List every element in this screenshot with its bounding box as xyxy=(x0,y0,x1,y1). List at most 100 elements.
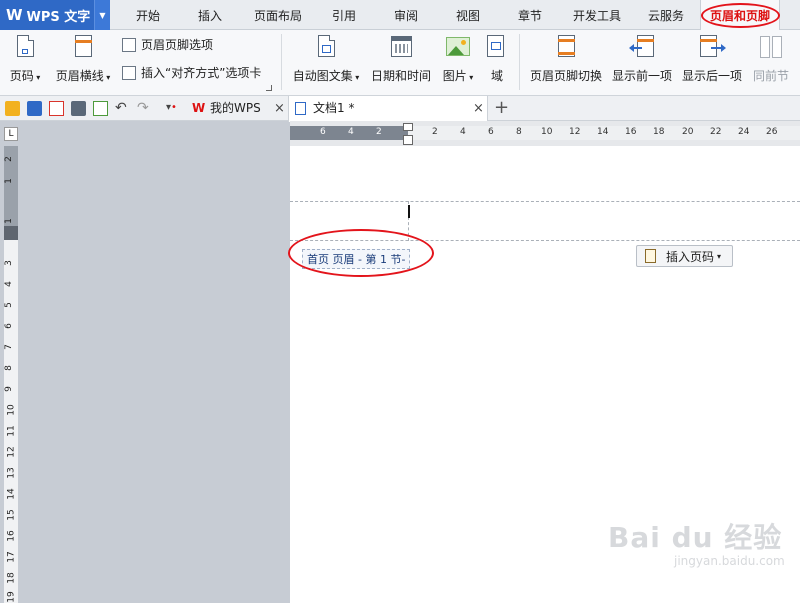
auto-text-button[interactable]: 自动图文集 ▾ xyxy=(290,34,362,84)
ruler-label: 10 xyxy=(541,127,553,137)
ruler-label: 4 xyxy=(348,127,354,137)
header-line-button[interactable]: 页眉横线 ▾ xyxy=(52,34,114,84)
page-number-button[interactable]: 页码 ▾ xyxy=(6,34,44,84)
ruler-label: 12 xyxy=(6,446,17,458)
hf-options-button[interactable]: 页眉页脚选项 xyxy=(122,36,213,53)
ruler-label: 4 xyxy=(460,127,466,137)
picture-label: 图片 xyxy=(442,69,467,83)
ruler-label: 9 xyxy=(3,386,14,392)
new-tab-plus-icon[interactable]: + xyxy=(494,97,509,119)
date-time-button[interactable]: 日期和时间 xyxy=(370,34,432,84)
tab-document-1-label: 文档1 * xyxy=(313,101,355,115)
ruler-label: 1 xyxy=(3,218,14,224)
close-icon[interactable]: × xyxy=(473,96,484,121)
ruler-label: 11 xyxy=(6,425,17,437)
header-line-icon xyxy=(70,34,96,62)
ruler-label: 2 xyxy=(376,127,382,137)
ruler-marker[interactable] xyxy=(4,226,18,240)
customize-toolbar-icon[interactable]: ▾• xyxy=(166,101,181,116)
export-pdf-icon[interactable] xyxy=(49,101,64,116)
ruler-label: 6 xyxy=(3,323,14,329)
app-menu-button[interactable]: W WPS 文字 ▼ xyxy=(0,0,110,30)
ruler-label: 16 xyxy=(6,530,17,542)
ruler-label: 26 xyxy=(766,127,778,137)
ruler-label: 16 xyxy=(625,127,637,137)
ruler-label: 15 xyxy=(6,509,17,521)
ruler-label: 6 xyxy=(320,127,326,137)
arrow-right-icon xyxy=(699,34,726,62)
arrow-left-icon xyxy=(629,34,655,62)
save-icon[interactable] xyxy=(27,101,42,116)
hf-switch-button[interactable]: 页眉页脚切换 xyxy=(528,34,604,84)
options-icon xyxy=(122,37,136,52)
chevron-down-icon: ▾ xyxy=(717,251,722,261)
show-next-label: 显示后一项 xyxy=(681,69,742,83)
tab-page-layout[interactable]: 页面布局 xyxy=(248,0,308,30)
tab-document-1[interactable]: 文档1 * × xyxy=(288,96,488,122)
watermark-brand: Bai du 经验 xyxy=(608,521,783,554)
print-preview-icon[interactable] xyxy=(93,101,108,116)
horizontal-ruler[interactable]: 6 4 2 2 4 6 8 10 12 14 16 18 20 22 24 26 xyxy=(290,121,800,146)
picture-icon xyxy=(445,34,471,62)
ruler-label: 24 xyxy=(738,127,750,137)
ribbon-separator xyxy=(519,34,520,90)
left-indent-handle[interactable] xyxy=(403,135,413,145)
close-icon[interactable]: × xyxy=(274,96,285,121)
undo-icon[interactable]: ↶ xyxy=(115,101,130,116)
ruler-label: 22 xyxy=(710,127,722,137)
dialog-launcher-icon[interactable] xyxy=(266,85,272,91)
ruler-label: 14 xyxy=(597,127,609,137)
ruler-label: 17 xyxy=(6,551,17,563)
same-as-prev-label: 同前节 xyxy=(752,69,789,83)
same-as-prev-button[interactable]: 同前节 xyxy=(750,34,792,84)
ruler-label: 20 xyxy=(682,127,694,137)
ruler-label: 18 xyxy=(653,127,665,137)
picture-button[interactable]: 图片 ▾ xyxy=(440,34,476,84)
tab-developer[interactable]: 开发工具 xyxy=(566,0,628,30)
print-icon[interactable] xyxy=(71,101,86,116)
show-prev-button[interactable]: 显示前一项 xyxy=(610,34,674,84)
insert-page-number-button[interactable]: 插入页码 ▾ xyxy=(636,245,733,267)
header-section-label: 首页 页眉 - 第 1 节- xyxy=(302,249,411,269)
insert-align-tab-button[interactable]: 插入“对齐方式”选项卡 xyxy=(122,64,261,81)
tab-my-wps-label: 我的WPS xyxy=(210,101,261,115)
field-button[interactable]: 域 xyxy=(484,34,510,84)
baidu-watermark: Bai du 经验 jingyan.baidu.com xyxy=(608,516,785,568)
ruler-text-area xyxy=(4,240,18,603)
ruler-label: 5 xyxy=(3,302,14,308)
tab-stop-selector[interactable]: L xyxy=(4,127,18,141)
document-icon xyxy=(295,102,306,115)
hf-switch-icon xyxy=(553,34,579,62)
ruler-label: 8 xyxy=(516,127,522,137)
align-tab-icon xyxy=(122,65,136,80)
ribbon: 页码 ▾ 页眉横线 ▾ 页眉页脚选项 插入“对齐方式”选项卡 自动图文集 ▾ 日… xyxy=(0,30,800,96)
first-line-indent-handle[interactable] xyxy=(403,123,413,131)
ruler-label: 12 xyxy=(569,127,581,137)
ruler-label: 19 xyxy=(6,591,17,603)
tab-references[interactable]: 引用 xyxy=(320,0,368,30)
chevron-down-icon[interactable]: ▼ xyxy=(94,0,110,30)
ruler-label: 7 xyxy=(3,344,14,350)
tab-header-footer[interactable]: 页眉和页脚 xyxy=(700,0,780,31)
vertical-ruler[interactable]: 2 1 1 3 4 5 6 7 8 9 10 11 12 13 14 15 16… xyxy=(4,146,18,603)
tab-my-wps[interactable]: W 我的WPS × xyxy=(188,96,288,121)
menu-bar: W WPS 文字 ▼ 开始 插入 页面布局 引用 审阅 视图 章节 开发工具 云… xyxy=(0,0,800,31)
open-folder-icon[interactable] xyxy=(5,101,20,116)
ruler-label: 10 xyxy=(6,404,17,416)
header-edit-area[interactable] xyxy=(290,201,800,241)
ruler-label: 8 xyxy=(3,365,14,371)
wps-logo-icon: W xyxy=(192,101,206,115)
auto-text-label: 自动图文集 xyxy=(292,69,353,83)
tab-review[interactable]: 审阅 xyxy=(382,0,430,30)
show-next-button[interactable]: 显示后一项 xyxy=(680,34,744,84)
tab-sections[interactable]: 章节 xyxy=(506,0,554,30)
page-number-icon xyxy=(12,34,38,62)
ruler-label: 2 xyxy=(3,156,14,162)
ruler-label: 14 xyxy=(6,488,17,500)
tab-start[interactable]: 开始 xyxy=(124,0,172,30)
redo-icon[interactable]: ↷ xyxy=(137,101,152,116)
ruler-label: 18 xyxy=(6,572,17,584)
tab-insert[interactable]: 插入 xyxy=(186,0,234,30)
tab-cloud[interactable]: 云服务 xyxy=(638,0,694,30)
tab-view[interactable]: 视图 xyxy=(444,0,492,30)
